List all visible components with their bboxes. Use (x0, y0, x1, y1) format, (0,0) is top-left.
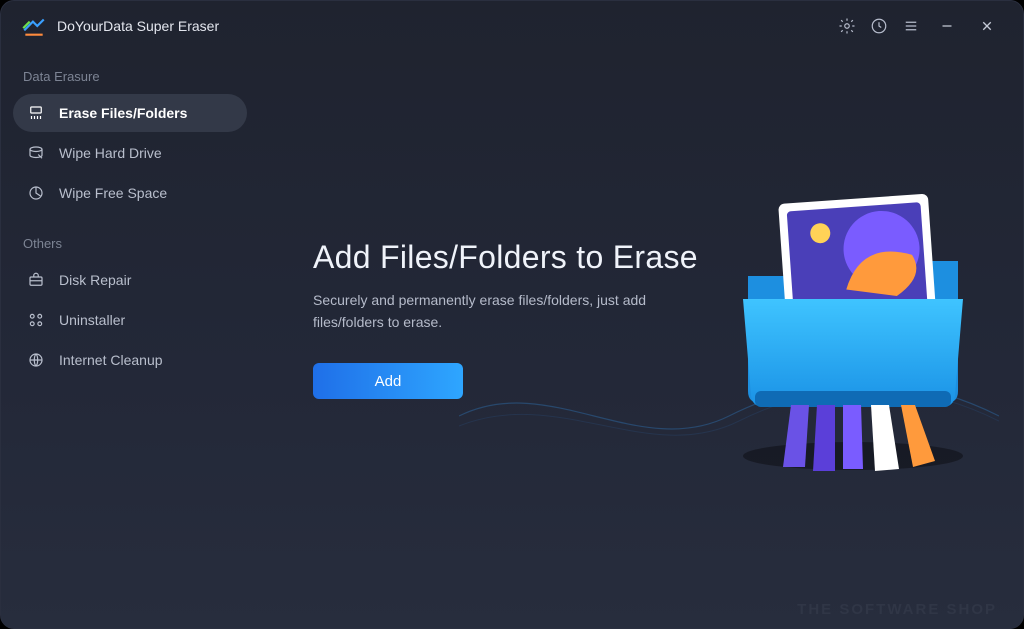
sidebar-item-disk-repair[interactable]: Disk Repair (13, 261, 247, 299)
shredder-icon (27, 104, 45, 122)
app-window: DoYourData Super Eraser (0, 0, 1024, 629)
app-body: Data Erasure Erase Files/Folders (1, 51, 1023, 628)
minimize-button[interactable] (927, 10, 967, 42)
sidebar-section-label: Data Erasure (13, 65, 247, 94)
main-panel: Add Files/Folders to Erase Securely and … (259, 51, 1023, 628)
sidebar-item-label: Uninstaller (59, 312, 125, 328)
hero-block: Add Files/Folders to Erase Securely and … (313, 239, 698, 399)
app-logo-icon (21, 13, 47, 39)
sidebar-item-uninstaller[interactable]: Uninstaller (13, 301, 247, 339)
titlebar: DoYourData Super Eraser (1, 1, 1023, 51)
history-button[interactable] (863, 10, 895, 42)
page-subtext: Securely and permanently erase files/fol… (313, 290, 693, 333)
sidebar-item-internet-cleanup[interactable]: Internet Cleanup (13, 341, 247, 379)
add-button[interactable]: Add (313, 363, 463, 399)
sidebar-item-label: Wipe Hard Drive (59, 145, 162, 161)
toolbox-icon (27, 271, 45, 289)
watermark-text: THE SOFTWARE SHOP (797, 601, 997, 618)
hamburger-menu-button[interactable] (895, 10, 927, 42)
sidebar-item-label: Erase Files/Folders (59, 105, 187, 121)
shredder-illustration (713, 181, 993, 471)
sidebar-item-wipe-free-space[interactable]: Wipe Free Space (13, 174, 247, 212)
page-title: Add Files/Folders to Erase (313, 239, 698, 276)
disk-wipe-icon (27, 144, 45, 162)
sidebar-item-label: Internet Cleanup (59, 352, 163, 368)
settings-button[interactable] (831, 10, 863, 42)
sidebar-item-label: Disk Repair (59, 272, 131, 288)
sidebar-section-label: Others (13, 232, 247, 261)
sidebar-item-wipe-drive[interactable]: Wipe Hard Drive (13, 134, 247, 172)
grid-icon (27, 311, 45, 329)
sidebar: Data Erasure Erase Files/Folders (1, 51, 259, 628)
sidebar-item-label: Wipe Free Space (59, 185, 167, 201)
close-button[interactable] (967, 10, 1007, 42)
globe-clean-icon (27, 351, 45, 369)
pie-icon (27, 184, 45, 202)
app-title: DoYourData Super Eraser (57, 18, 219, 34)
sidebar-item-erase-files[interactable]: Erase Files/Folders (13, 94, 247, 132)
